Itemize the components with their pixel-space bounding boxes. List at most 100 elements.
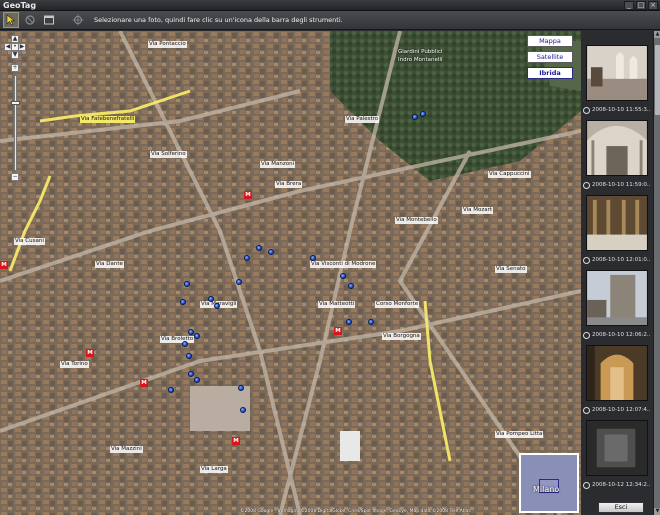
- scroll-up-button[interactable]: ▲: [654, 31, 660, 38]
- photo-location-marker[interactable]: [368, 319, 374, 325]
- photo-location-marker[interactable]: [240, 407, 246, 413]
- scrollbar-thumb[interactable]: [655, 45, 660, 115]
- geotag-window: GeoTag _ □ × Selezionare una foto, quind…: [0, 0, 660, 515]
- overview-minimap[interactable]: Milano: [519, 453, 579, 513]
- minimize-button[interactable]: _: [624, 0, 634, 10]
- scroll-down-button[interactable]: ▼: [654, 508, 660, 515]
- photo-caption: 2008-10-12 12:34:2...: [583, 480, 651, 490]
- photo-item[interactable]: 2008-10-10 11:55:3...: [583, 45, 651, 115]
- photo-location-marker[interactable]: [208, 296, 214, 302]
- poi-label: Giardini Pubblici: [398, 49, 443, 55]
- zoom-in-button[interactable]: +: [11, 64, 19, 72]
- street-label: Via Fatebenefratelli: [80, 116, 136, 123]
- photo-item[interactable]: 2008-10-10 12:01:0...: [583, 195, 651, 265]
- pan-up-button[interactable]: ▲: [11, 35, 19, 43]
- street-label: Via Manzoni: [260, 161, 296, 168]
- photo-location-marker[interactable]: [244, 255, 250, 261]
- globe-icon: [583, 331, 590, 339]
- metro-station-icon: M: [0, 261, 8, 269]
- street-label: Via Dante: [95, 261, 124, 268]
- street-label: Via Mozart: [462, 207, 494, 214]
- metro-station-icon: M: [244, 191, 252, 199]
- photo-location-marker[interactable]: [180, 299, 186, 305]
- street-label: Via Montebello: [395, 217, 438, 224]
- photo-thumbnail: [586, 270, 648, 326]
- title-bar: GeoTag _ □ ×: [0, 0, 660, 11]
- street-label: Via Solferino: [150, 151, 187, 158]
- street-label: Via Senato: [495, 266, 527, 273]
- zoom-out-button[interactable]: −: [11, 173, 19, 181]
- photo-caption: 2008-10-10 12:01:0...: [583, 255, 651, 265]
- globe-icon: [583, 106, 590, 114]
- map-copyright: ©2008 Google - Immagini ©2008 DigitalGlo…: [240, 509, 471, 514]
- select-tool-button[interactable]: [3, 12, 19, 28]
- photo-location-marker[interactable]: [188, 371, 194, 377]
- photo-location-marker[interactable]: [238, 385, 244, 391]
- minimap-city-label: Milano: [533, 485, 560, 494]
- photo-thumbnail: [586, 420, 648, 476]
- pan-center-button[interactable]: •: [11, 43, 19, 51]
- globe-icon: [583, 256, 590, 264]
- globe-icon: [583, 481, 590, 489]
- crosshair-icon: [72, 14, 84, 26]
- window-icon: [44, 15, 54, 25]
- street-label: Via Pontaccio: [148, 41, 187, 48]
- photo-location-marker[interactable]: [188, 329, 194, 335]
- toolbar: Selezionare una foto, quindi fare clic s…: [0, 11, 660, 30]
- photo-location-marker[interactable]: [236, 279, 242, 285]
- photo-location-marker[interactable]: [412, 114, 418, 120]
- street-label: Via Brera: [275, 181, 303, 188]
- locate-button[interactable]: [70, 12, 86, 28]
- photo-item[interactable]: 2008-10-12 12:34:2...: [583, 420, 651, 490]
- metro-station-icon: M: [86, 349, 94, 357]
- street-label: Via Cappuccini: [488, 171, 531, 178]
- street-label: Via Pompeo Litta: [495, 431, 544, 438]
- window-view-button[interactable]: [41, 12, 57, 28]
- street-label: Via Larga: [200, 466, 228, 473]
- photo-location-marker[interactable]: [184, 281, 190, 287]
- zoom-slider-track[interactable]: [14, 75, 17, 171]
- satellite-imagery: [0, 31, 581, 515]
- photo-location-marker[interactable]: [346, 319, 352, 325]
- photo-item[interactable]: 2008-10-10 12:06:2...: [583, 270, 651, 340]
- status-message: Selezionare una foto, quindi fare clic s…: [94, 16, 343, 24]
- photo-item[interactable]: 2008-10-10 12:07:4...: [583, 345, 651, 415]
- photo-location-marker[interactable]: [348, 283, 354, 289]
- photo-location-marker[interactable]: [420, 111, 426, 117]
- photo-list: 2008-10-10 11:55:3... 2008-10-10 11:59:0…: [583, 45, 651, 507]
- photo-caption: 2008-10-10 12:07:4...: [583, 405, 651, 415]
- photo-location-marker[interactable]: [186, 353, 192, 359]
- pan-down-button[interactable]: ▼: [11, 51, 19, 59]
- close-button[interactable]: ×: [648, 0, 658, 10]
- cursor-disabled-button[interactable]: [22, 12, 38, 28]
- exit-button[interactable]: Esci: [598, 502, 644, 513]
- street-label: Via Visconti di Modrone: [310, 261, 377, 268]
- zoom-slider-thumb[interactable]: [11, 101, 20, 105]
- window-title: GeoTag: [3, 0, 37, 10]
- photo-thumbnail: [586, 45, 648, 101]
- pan-right-button[interactable]: ▶: [18, 43, 26, 51]
- photo-location-marker[interactable]: [194, 377, 200, 383]
- photo-list-scrollbar[interactable]: ▲ ▼: [653, 31, 660, 515]
- photo-location-marker[interactable]: [214, 303, 220, 309]
- photo-strip-panel: 2008-10-10 11:55:3... 2008-10-10 11:59:0…: [581, 31, 660, 515]
- street-label: Corso Monforte: [375, 301, 420, 308]
- street-label: Via Palestro: [345, 116, 380, 123]
- photo-location-marker[interactable]: [182, 341, 188, 347]
- map-type-button-mappa[interactable]: Mappa: [527, 35, 573, 47]
- street-label: Via Torino: [60, 361, 89, 368]
- photo-location-marker[interactable]: [256, 245, 262, 251]
- globe-icon: [583, 181, 590, 189]
- photo-location-marker[interactable]: [340, 273, 346, 279]
- map-view[interactable]: ▲ ◀ ▶ • ▼ + − Mappa Satellite Ibrida Via…: [0, 31, 581, 515]
- map-type-button-ibrida[interactable]: Ibrida: [527, 67, 573, 79]
- photo-location-marker[interactable]: [310, 255, 316, 261]
- photo-item[interactable]: 2008-10-10 11:59:0...: [583, 120, 651, 190]
- photo-caption: 2008-10-10 11:59:0...: [583, 180, 651, 190]
- metro-station-icon: M: [232, 437, 240, 445]
- photo-location-marker[interactable]: [268, 249, 274, 255]
- map-type-button-satellite[interactable]: Satellite: [527, 51, 573, 63]
- photo-location-marker[interactable]: [168, 387, 174, 393]
- maximize-button[interactable]: □: [636, 0, 646, 10]
- photo-location-marker[interactable]: [194, 333, 200, 339]
